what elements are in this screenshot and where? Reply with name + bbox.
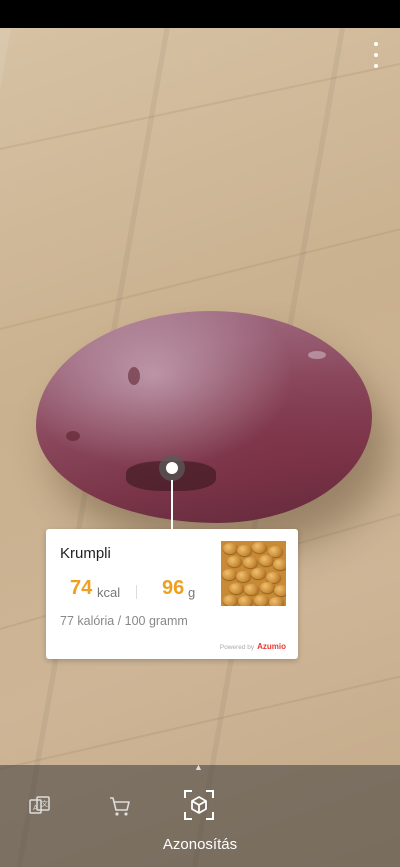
divider — [136, 585, 137, 599]
target-marker[interactable] — [159, 455, 185, 481]
azumio-logo: Azumio — [257, 642, 286, 651]
dot-icon — [374, 64, 378, 68]
pointer-line — [171, 480, 173, 529]
calorie-note: 77 kalória / 100 gramm — [60, 614, 188, 628]
powered-by-text: Powered by — [219, 644, 255, 651]
food-thumbnail — [221, 541, 286, 606]
kcal-unit: kcal — [97, 585, 121, 600]
dot-icon — [374, 53, 378, 57]
svg-text:A: A — [33, 804, 38, 812]
svg-text:文: 文 — [41, 799, 48, 808]
potato-object — [36, 311, 372, 523]
dot-icon — [374, 42, 378, 46]
food-name: Krumpli — [60, 545, 111, 562]
powered-by: Powered by Azumio — [220, 642, 286, 651]
active-mode-label[interactable]: Azonosítás — [0, 836, 400, 853]
wood-grain — [0, 664, 400, 770]
shopping-cart-icon[interactable] — [108, 794, 132, 823]
bottom-toolbar: ▲ A 文 Azonosítás — [0, 762, 400, 867]
gram-value: 96 — [162, 577, 185, 599]
kcal-value: 74 — [70, 577, 93, 599]
gram-unit: g — [188, 585, 196, 600]
wood-grain — [0, 52, 400, 150]
more-options-button[interactable] — [370, 42, 382, 68]
translate-icon[interactable]: A 文 — [28, 795, 52, 824]
expand-handle-icon[interactable]: ▲ — [194, 762, 203, 772]
camera-view[interactable] — [0, 28, 400, 867]
food-result-card[interactable]: Krumpli 74 kcal 96 g 77 kalória / 100 gr… — [46, 529, 298, 659]
identify-icon[interactable] — [183, 789, 215, 826]
status-bar — [0, 0, 400, 28]
